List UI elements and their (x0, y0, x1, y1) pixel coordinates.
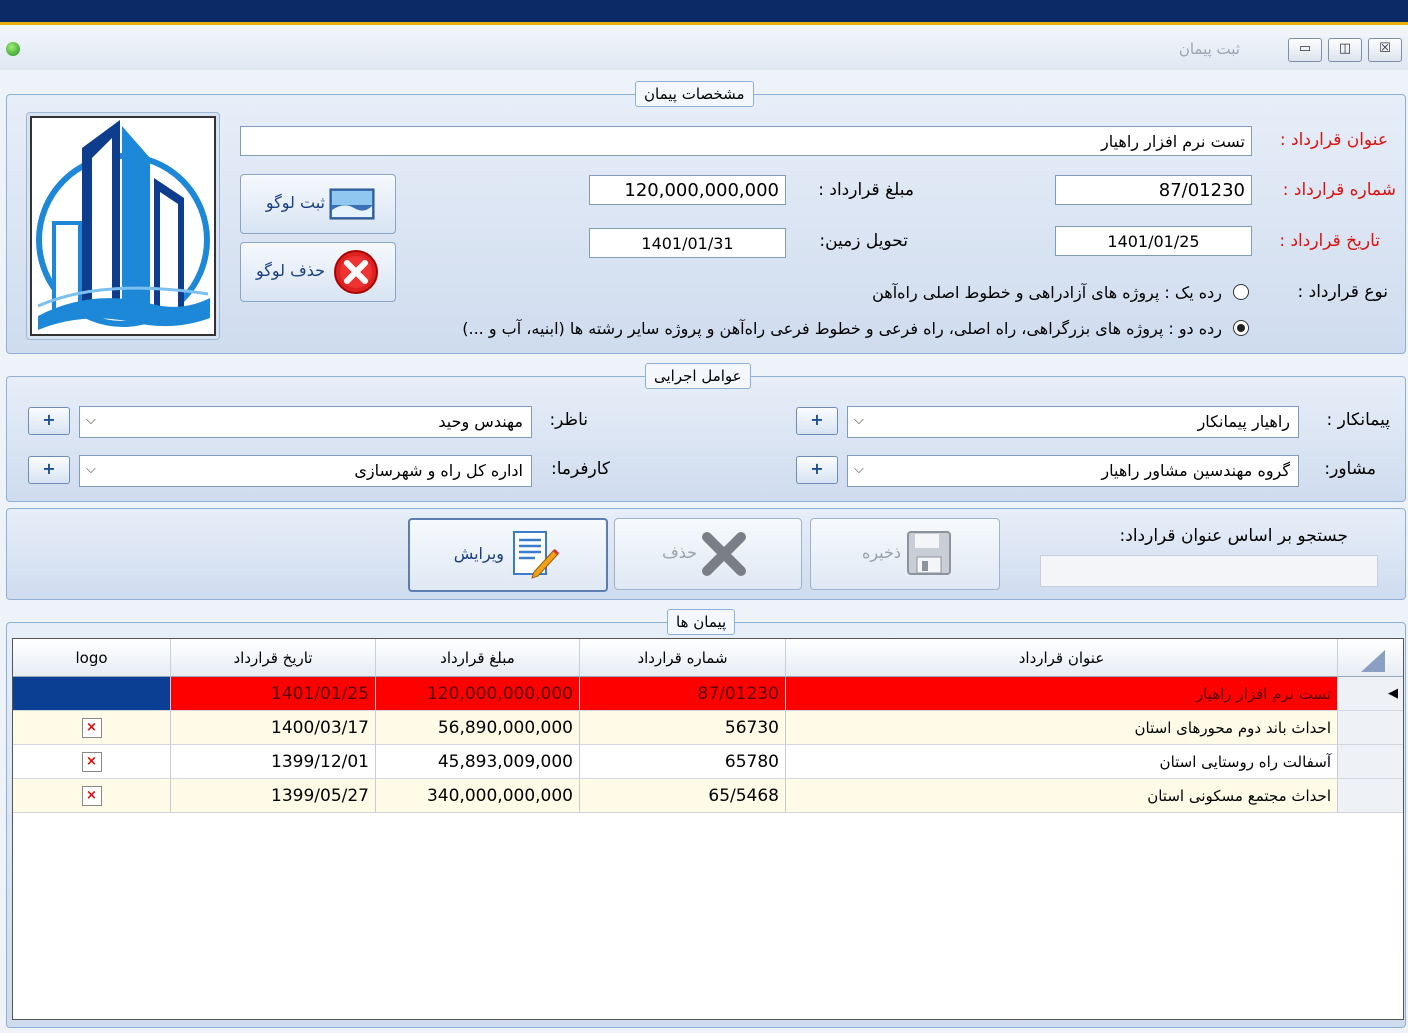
add-employer-button[interactable]: + (28, 456, 70, 484)
contract-amount-label: مبلغ قرارداد : (818, 180, 914, 200)
delete-logo-label: حذف لوگو (256, 261, 325, 280)
header-number[interactable]: شماره قرارداد (580, 639, 786, 677)
minimize-button[interactable]: ▭ (1288, 38, 1322, 62)
contract-type-label: نوع قرارداد : (1297, 282, 1389, 302)
consultant-label: مشاور: (1324, 459, 1376, 479)
table-row-2-number[interactable]: 65780 (580, 745, 786, 779)
supervisor-label: ناظر: (549, 410, 588, 430)
contract-date-input[interactable]: 1401/01/25 (1055, 226, 1252, 256)
save-label: ذخیره (861, 543, 901, 562)
delete-button[interactable]: حذف (614, 518, 802, 590)
chevron-down-icon: ⌵ (854, 462, 864, 477)
header-logo[interactable]: logo (13, 639, 171, 677)
search-input[interactable] (1040, 555, 1378, 587)
agents-legend: عوامل اجرایی (645, 363, 751, 389)
header-title[interactable]: عنوان قرارداد (786, 639, 1338, 677)
land-delivery-input[interactable]: 1401/01/31 (589, 228, 786, 258)
maximize-button[interactable]: ◫ (1328, 38, 1362, 62)
register-logo-label: ثبت لوگو (265, 193, 325, 212)
chevron-down-icon: ⌵ (86, 462, 96, 477)
row-indicator-icon: ◀ (1338, 677, 1403, 711)
header-select-all[interactable] (1338, 639, 1403, 677)
row-header-3[interactable] (1338, 779, 1403, 813)
table-row-3-amount[interactable]: 340,000,000,000 (376, 779, 580, 813)
window-title: ثبت پیمان (1178, 40, 1240, 58)
type-grade-two-radio[interactable] (1233, 320, 1249, 336)
table-row-2-amount[interactable]: 45,893,009,000 (376, 745, 580, 779)
table-row-2-date[interactable]: 1399/12/01 (171, 745, 376, 779)
consultant-value: گروه مهندسین مشاور راهیار (1101, 461, 1290, 480)
close-button[interactable]: ☒ (1368, 38, 1402, 62)
consultant-select[interactable]: گروه مهندسین مشاور راهیار ⌵ (847, 455, 1299, 487)
table-row-0-amount[interactable]: 120,000,000,000 (376, 677, 580, 711)
delete-cross-icon (702, 532, 746, 576)
floppy-disk-icon (907, 531, 951, 575)
chevron-down-icon: ⌵ (854, 413, 864, 428)
row-header-2[interactable] (1338, 745, 1403, 779)
table-row-1-logo[interactable]: × (13, 711, 171, 745)
contracts-table[interactable]: logo تاریخ قرارداد مبلغ قرارداد شماره قر… (12, 638, 1404, 1020)
table-row-2-logo[interactable]: × (13, 745, 171, 779)
table-row-1-number[interactable]: 56730 (580, 711, 786, 745)
employer-value: اداره کل راه و شهرسازی (354, 461, 523, 480)
broken-image-icon: × (81, 752, 102, 772)
table-row-0-date[interactable]: 1401/01/25 (171, 677, 376, 711)
search-label: جستجو بر اساس عنوان قرارداد: (1119, 526, 1348, 546)
delete-label: حذف (662, 543, 697, 562)
table-row-2-title[interactable]: آسفالت راه روستایی استان (786, 745, 1338, 779)
chevron-down-icon: ⌵ (86, 413, 96, 428)
broken-image-icon: × (81, 786, 102, 806)
broken-image-icon: × (81, 718, 102, 738)
table-row-0-title[interactable]: تست نرم افزار راهیار (786, 677, 1338, 711)
supervisor-select[interactable]: مهندس وحید ⌵ (79, 406, 532, 438)
contract-amount-input[interactable]: 120,000,000,000 (589, 175, 786, 205)
table-row-1-date[interactable]: 1400/03/17 (171, 711, 376, 745)
contract-logo-image (30, 116, 216, 336)
contractor-value: راهیار پیمانکار (1197, 412, 1290, 431)
table-row-3-number[interactable]: 65/5468 (580, 779, 786, 813)
app-icon (6, 42, 20, 56)
table-row-3-logo[interactable]: × (13, 779, 171, 813)
type-grade-one-label: رده یک : پروژه های آزادراهی و خطوط اصلی … (872, 283, 1222, 302)
row-header-1[interactable] (1338, 711, 1403, 745)
table-row-0-logo[interactable] (13, 677, 171, 711)
add-contractor-button[interactable]: + (796, 407, 838, 435)
save-button[interactable]: ذخیره (810, 518, 1000, 590)
contract-title-label: عنوان قرارداد : (1279, 130, 1388, 150)
contractor-label: پیمانکار : (1326, 410, 1390, 430)
type-grade-one-radio[interactable] (1233, 284, 1249, 300)
header-date[interactable]: تاریخ قرارداد (171, 639, 376, 677)
header-amount[interactable]: مبلغ قرارداد (376, 639, 580, 677)
top-bar (0, 0, 1408, 25)
register-logo-button[interactable]: ثبت لوگو (240, 174, 396, 234)
contracts-legend: پیمان ها (667, 609, 736, 635)
add-supervisor-button[interactable]: + (28, 407, 70, 435)
delete-logo-button[interactable]: حذف لوگو (240, 242, 396, 302)
edit-label: ویرایش (453, 544, 504, 563)
employer-select[interactable]: اداره کل راه و شهرسازی ⌵ (79, 455, 532, 487)
table-row-1-amount[interactable]: 56,890,000,000 (376, 711, 580, 745)
land-delivery-label: تحویل زمین: (819, 231, 908, 251)
add-consultant-button[interactable]: + (796, 456, 838, 484)
contractor-select[interactable]: راهیار پیمانکار ⌵ (847, 406, 1299, 438)
employer-label: کارفرما: (550, 459, 610, 479)
edit-document-icon (513, 531, 560, 579)
contract-number-input[interactable]: 87/01230 (1055, 175, 1252, 205)
contract-details-legend: مشخصات پیمان (635, 81, 754, 107)
table-row-3-date[interactable]: 1399/05/27 (171, 779, 376, 813)
type-grade-two-label: رده دو : پروژه های بزرگراهی، راه اصلی، ر… (462, 319, 1222, 338)
contract-date-label: تاریخ قرارداد : (1279, 231, 1380, 251)
edit-button[interactable]: ویرایش (408, 518, 608, 592)
contract-title-input[interactable]: تست نرم افزار راهیار (240, 126, 1252, 156)
contract-number-label: شماره قرارداد : (1282, 180, 1396, 200)
table-row-1-title[interactable]: احداث باند دوم محورهای استان (786, 711, 1338, 745)
table-row-0-number[interactable]: 87/01230 (580, 677, 786, 711)
table-row-3-title[interactable]: احداث مجتمع مسکونی استان (786, 779, 1338, 813)
corner-triangle-icon (1361, 649, 1385, 672)
image-icon (329, 188, 375, 220)
delete-x-icon (334, 250, 378, 294)
supervisor-value: مهندس وحید (438, 412, 523, 431)
